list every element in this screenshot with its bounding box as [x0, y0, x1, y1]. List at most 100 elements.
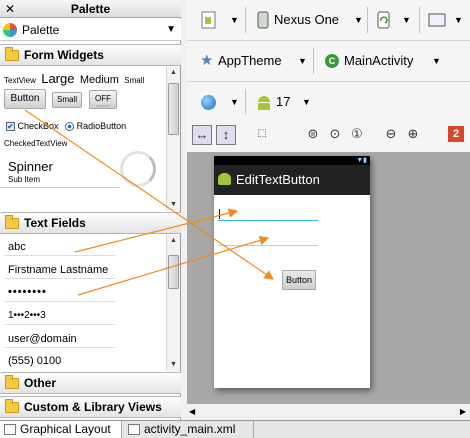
zoom-real-size-icon[interactable]: ⊙ — [325, 125, 345, 145]
plain-text-field[interactable]: abc — [8, 241, 26, 253]
toggle-button-widget[interactable]: OFF — [89, 90, 117, 109]
divider — [0, 187, 120, 188]
toggle-fill-height-button[interactable]: ↕ — [216, 125, 236, 145]
layout-editor: ▼ Nexus One ▼ ▼ ▼ ★ AppTheme ▼ C MainAct… — [187, 0, 470, 420]
folder-icon — [5, 399, 19, 413]
category-other[interactable]: Other — [0, 372, 181, 394]
spinner-sub-item: Sub Item — [8, 175, 41, 184]
close-icon[interactable]: ✕ — [5, 0, 15, 18]
button-widget[interactable]: Button — [4, 89, 46, 109]
theme-chooser-button[interactable]: ★ AppTheme ▼ — [197, 48, 307, 74]
text-fields-scrollbar[interactable]: ▲ ▼ — [166, 235, 180, 371]
divider — [313, 48, 314, 74]
tab-activity-main-xml[interactable]: activity_main.xml — [124, 421, 254, 438]
chevron-down-icon: ▼ — [354, 15, 363, 25]
app-launcher-icon — [218, 173, 231, 185]
layout-grid-icon[interactable]: ⬚ — [252, 125, 272, 145]
chevron-down-icon: ▼ — [230, 97, 239, 107]
scroll-thumb[interactable] — [168, 255, 179, 289]
zoom-fit-icon[interactable]: ⊜ — [303, 125, 323, 145]
error-count-badge[interactable]: 2 — [448, 126, 464, 142]
form-widgets-scrollbar[interactable]: ▲ ▼ — [166, 67, 180, 211]
textview-sizes-row[interactable]: TextView Large Medium Small — [4, 71, 146, 86]
layout-icon — [4, 424, 16, 435]
scroll-left-icon[interactable]: ◀ — [189, 407, 195, 416]
spinner-widget[interactable]: Spinner — [8, 159, 53, 174]
canvas-horizontal-scrollbar[interactable]: ◀ ▶ — [187, 404, 470, 420]
phone-field[interactable]: (555) 0100 — [8, 355, 61, 367]
palette-title: Palette — [70, 2, 111, 16]
device-preview: ▼▮ EditTextButton Button — [214, 156, 370, 388]
divider — [245, 89, 246, 115]
password-field[interactable]: •••••••• — [8, 286, 47, 298]
design-canvas[interactable]: ▼▮ EditTextButton Button — [187, 152, 470, 420]
action-bar: EditTextButton — [214, 165, 370, 195]
toggle-fill-width-button[interactable]: ↔ — [192, 125, 212, 145]
checkbox-icon[interactable]: ✔ — [6, 122, 15, 132]
layout-theme-button[interactable]: ▼ — [425, 7, 465, 33]
radio-icon[interactable] — [65, 122, 75, 132]
category-custom-library-views[interactable]: Custom & Library Views — [0, 396, 181, 418]
scroll-up-icon[interactable]: ▲ — [167, 235, 180, 247]
category-label: Custom & Library Views — [24, 400, 162, 414]
android-icon — [258, 96, 270, 110]
device-chooser-button[interactable]: Nexus One ▼ — [253, 7, 363, 33]
palette-icon — [3, 23, 17, 37]
locale-chooser-button[interactable]: ▼ — [197, 89, 239, 115]
form-widgets-list: TextView Large Medium Small Button Small… — [0, 67, 166, 211]
chevron-down-icon: ▼ — [230, 15, 239, 25]
activity-chooser-button[interactable]: C MainActivity ▼ — [321, 48, 441, 74]
tab-graphical-layout[interactable]: Graphical Layout — [0, 421, 122, 438]
medium-text-widget[interactable]: Medium — [80, 74, 119, 86]
api-level: 17 — [276, 94, 291, 109]
small-button-widget[interactable]: Small — [52, 92, 82, 108]
rotate-icon — [377, 11, 390, 29]
small-text-widget[interactable]: Small — [124, 76, 144, 85]
chevron-down-icon[interactable]: ▼ — [166, 19, 176, 41]
person-name-field[interactable]: Firstname Lastname — [8, 264, 108, 276]
toolbar-row-3: ▼ 17 ▼ — [187, 82, 470, 122]
edittext-2[interactable] — [218, 232, 318, 246]
zoom-in-icon[interactable]: ⊕ — [403, 125, 423, 145]
scroll-right-icon[interactable]: ▶ — [460, 407, 466, 416]
zoom-out-icon[interactable]: ⊖ — [381, 125, 401, 145]
folder-open-icon — [5, 47, 19, 61]
email-field[interactable]: user@domain — [8, 333, 77, 345]
divider — [4, 255, 116, 256]
phone-icon — [257, 11, 269, 29]
progress-bar-widget[interactable] — [120, 151, 156, 187]
category-text-fields[interactable]: Text Fields — [0, 212, 181, 234]
orientation-button[interactable]: ▼ — [373, 7, 413, 33]
chevron-down-icon: ▼ — [454, 15, 463, 25]
checkbox-radio-row: ✔ CheckBox RadioButton — [6, 121, 127, 132]
palette-selector[interactable]: Palette ▼ — [0, 19, 181, 41]
theme-name: AppTheme — [218, 53, 282, 68]
edittext-1[interactable] — [218, 207, 318, 221]
chevron-down-icon: ▼ — [432, 56, 441, 66]
config-chooser-button[interactable]: ▼ — [197, 7, 239, 33]
scroll-thumb[interactable] — [168, 83, 179, 135]
category-form-widgets[interactable]: Form Widgets — [0, 44, 181, 66]
preview-button[interactable]: Button — [282, 270, 316, 290]
scroll-down-icon[interactable]: ▼ — [167, 359, 180, 371]
textview-widget[interactable]: TextView — [4, 76, 36, 85]
numeric-password-field[interactable]: 1•••2•••3 — [8, 310, 46, 321]
screen-icon — [428, 13, 446, 27]
api-level-chooser-button[interactable]: 17 ▼ — [253, 89, 313, 115]
scroll-down-icon[interactable]: ▼ — [167, 199, 180, 211]
scroll-up-icon[interactable]: ▲ — [167, 67, 180, 79]
star-icon: ★ — [200, 52, 214, 69]
large-text-widget[interactable]: Large — [41, 71, 74, 86]
tab-label: Graphical Layout — [20, 422, 111, 436]
zoom-100-icon[interactable]: ① — [347, 125, 367, 145]
category-label: Other — [24, 376, 57, 390]
checkbox-widget[interactable]: CheckBox — [18, 121, 59, 131]
radio-widget[interactable]: RadioButton — [77, 121, 127, 131]
signal-battery-icon: ▼▮ — [356, 157, 367, 164]
checked-textview-widget[interactable]: CheckedTextView — [4, 139, 67, 148]
divider — [4, 347, 116, 348]
activity-name: MainActivity — [344, 53, 414, 68]
palette-header: ✕ Palette — [0, 0, 181, 18]
text-fields-list: abc Firstname Lastname •••••••• 1•••2•••… — [0, 235, 166, 371]
status-bar: ▼▮ — [214, 156, 370, 165]
